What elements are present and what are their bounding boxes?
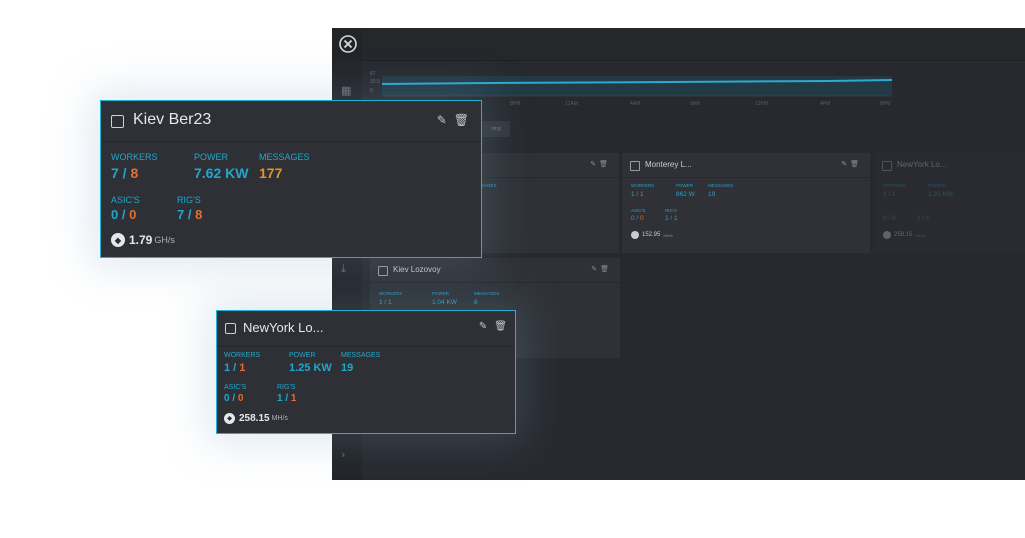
card-tools[interactable]: ✎🗑 xyxy=(591,265,612,273)
x-tick: 8AM xyxy=(690,101,701,107)
hashrate-value: 258.15 xyxy=(239,413,270,424)
chart-area xyxy=(381,76,893,97)
x-tick: 4PM xyxy=(820,101,831,107)
app-logo-icon[interactable] xyxy=(339,35,357,53)
coin-icon xyxy=(631,231,639,239)
workers-value: 1 / 1 xyxy=(224,362,246,374)
power-value: 1.25 KW xyxy=(928,191,953,198)
select-checkbox[interactable] xyxy=(630,161,640,171)
hashrate: 258.15 MH/s xyxy=(883,231,925,239)
power-label: POWER xyxy=(928,183,946,188)
power-label: POWER xyxy=(194,152,229,162)
grid-view-icon[interactable]: ▦ xyxy=(341,84,351,97)
card-title: Monterey L... xyxy=(645,160,692,169)
power-value: 1.25 KW xyxy=(289,362,332,374)
card-tools[interactable]: ✎🗑 xyxy=(841,160,862,168)
card-title: Kiev Lozovoy xyxy=(393,265,441,274)
x-tick: 4AM xyxy=(630,101,641,107)
workers-value: 7 / 8 xyxy=(111,165,139,181)
workers-label: WORKERS xyxy=(631,183,655,188)
x-tick: 12PM xyxy=(755,101,769,107)
x-tick: 12AM xyxy=(565,101,579,107)
workers-value: 1 / 1 xyxy=(379,299,392,306)
edit-icon[interactable]: ✎ xyxy=(437,113,447,127)
rigs-value: 1 / 1 xyxy=(277,393,297,404)
workers-label: WORKERS xyxy=(111,152,158,162)
workers-label: WORKERS xyxy=(379,291,403,296)
asics-value: 0 / 0 xyxy=(883,215,896,222)
messages-label: MESSAGES xyxy=(474,291,500,296)
worker-card-newyork[interactable]: NewYork Lo... WORKERS POWER 1 / 1 1.25 K… xyxy=(874,153,1025,253)
top-bar xyxy=(362,28,1025,61)
coin-icon: ◆ xyxy=(224,413,235,424)
hashrate: ◆ 1.79 GH/s xyxy=(111,233,175,247)
rigs-value: 1 / 1 xyxy=(917,215,930,222)
hashrate: 152.95 MH/s xyxy=(631,231,673,239)
delete-icon[interactable]: 🗑 xyxy=(494,321,507,332)
power-label: POWER xyxy=(676,183,694,188)
x-tick: 8PM xyxy=(510,101,521,107)
card-title: Kiev Ber23 xyxy=(133,111,212,128)
workers-label: WORKERS xyxy=(224,352,261,359)
card-tools: ✎ 🗑 xyxy=(479,321,507,332)
power-value: 862 W xyxy=(676,191,695,198)
tab-mining[interactable]: ning xyxy=(482,121,510,137)
messages-label: MESSAGES xyxy=(341,352,381,359)
power-label: POWER xyxy=(289,352,316,359)
rigs-label: RIG'S xyxy=(665,208,677,213)
select-checkbox[interactable] xyxy=(111,115,124,128)
workers-value: 1 / 1 xyxy=(631,191,644,198)
asics-value: 0 / 0 xyxy=(631,215,644,222)
hashrate-unit: GH/s xyxy=(154,235,175,245)
select-checkbox[interactable] xyxy=(882,161,892,171)
messages-label: MESSAGES xyxy=(259,152,310,162)
asics-value: 0 / 0 xyxy=(111,207,137,222)
asics-label: ASIC'S xyxy=(224,384,247,391)
hashrate-value: 1.79 xyxy=(129,233,153,247)
card-title: NewYork Lo... xyxy=(243,320,324,335)
asics-label: ASIC'S xyxy=(111,195,140,205)
workers-label: WORKERS xyxy=(883,183,907,188)
messages-value: 19 xyxy=(341,362,354,374)
worker-card-monterey[interactable]: Monterey L... ✎🗑 WORKERS POWER MESSAGES … xyxy=(622,153,870,253)
power-label: POWER xyxy=(432,291,450,296)
messages-value: 19 xyxy=(708,191,716,198)
delete-icon[interactable]: 🗑 xyxy=(454,113,469,127)
power-value: 7.62 KW xyxy=(194,165,249,181)
card-tools[interactable]: ✎🗑 xyxy=(590,160,611,168)
x-tick: 8PM xyxy=(880,101,891,107)
asics-value: 0 / 0 xyxy=(224,393,244,404)
messages-label: MESSAGES xyxy=(708,183,734,188)
hashrate: ◆ 258.15 MH/s xyxy=(224,413,288,424)
rigs-label: RIG'S xyxy=(277,384,296,391)
select-checkbox[interactable] xyxy=(225,323,236,334)
rigs-label: RIG'S xyxy=(177,195,201,205)
rigs-value: 7 / 8 xyxy=(177,207,203,222)
hashrate-unit: MH/s xyxy=(271,415,288,422)
power-value: 1.04 KW xyxy=(432,299,457,306)
rigs-value: 1 / 1 xyxy=(665,215,678,222)
worker-card-newyork[interactable]: NewYork Lo... ✎ 🗑 WORKERS POWER MESSAGES… xyxy=(216,310,516,434)
hashrate-chart: 67 33.5 0 8PM 12AM 4AM 8AM 12PM 4PM 8PM xyxy=(370,71,930,107)
workers-value: 1 / 1 xyxy=(883,191,896,198)
download-icon[interactable]: ⤓ xyxy=(341,262,346,276)
coin-icon xyxy=(883,231,891,239)
card-tools: ✎ 🗑 xyxy=(437,113,469,127)
worker-card-kiev-ber23[interactable]: Kiev Ber23 ✎ 🗑 WORKERS POWER MESSAGES 7 … xyxy=(100,100,482,258)
edit-icon[interactable]: ✎ xyxy=(479,321,487,332)
select-checkbox[interactable] xyxy=(378,266,388,276)
expand-chevron-icon[interactable]: › xyxy=(341,448,345,461)
coin-icon: ◆ xyxy=(111,233,125,247)
messages-value: 8 xyxy=(474,299,478,306)
messages-value: 177 xyxy=(259,165,283,181)
card-title: NewYork Lo... xyxy=(897,160,947,169)
asics-label: ASIC'S xyxy=(631,208,646,213)
